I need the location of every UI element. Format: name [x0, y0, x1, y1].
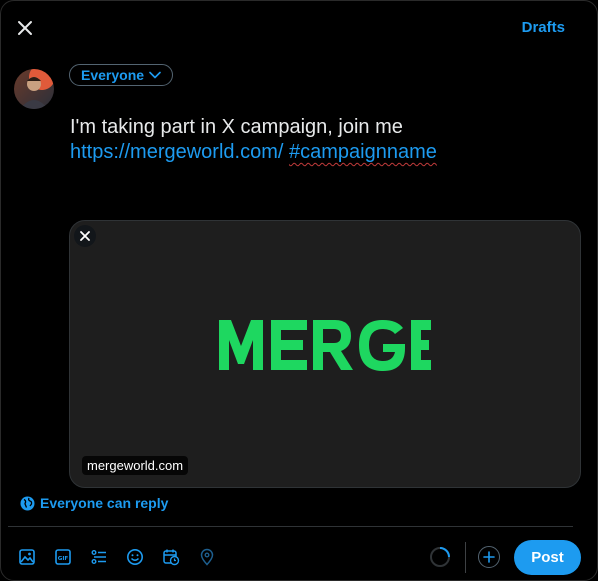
location-icon — [200, 548, 214, 566]
chevron-down-icon — [149, 71, 161, 79]
close-icon — [80, 231, 90, 241]
compose-modal: Drafts Everyone I'm taking part in X cam… — [0, 0, 598, 581]
compose-link[interactable]: https://mergeworld.com/ — [70, 141, 283, 163]
audience-selector[interactable]: Everyone — [69, 64, 174, 86]
divider — [8, 526, 573, 527]
merge-logo — [219, 320, 431, 371]
audience-label: Everyone — [81, 67, 145, 83]
emoji-button[interactable] — [123, 545, 147, 569]
card-logo — [70, 316, 580, 379]
drafts-button[interactable]: Drafts — [522, 19, 565, 36]
media-icon — [19, 549, 35, 565]
compose-text-line: I'm taking part in X campaign, join me — [70, 116, 403, 138]
schedule-icon — [163, 549, 180, 566]
character-counter-icon — [430, 547, 450, 567]
remove-card-button[interactable] — [74, 225, 96, 247]
compose-toolbar: GIF — [15, 545, 219, 569]
emoji-icon — [127, 549, 143, 565]
media-button[interactable] — [15, 545, 39, 569]
reply-setting-label: Everyone can reply — [40, 495, 169, 511]
globe-icon — [20, 496, 35, 510]
svg-text:GIF: GIF — [58, 556, 69, 562]
poll-button[interactable] — [87, 545, 111, 569]
location-button[interactable] — [195, 545, 219, 569]
gif-button[interactable]: GIF — [51, 545, 75, 569]
close-icon — [18, 21, 32, 35]
compose-hashtag[interactable]: #campaignname — [289, 141, 437, 163]
plus-icon — [483, 551, 495, 563]
toolbar-separator — [465, 542, 466, 573]
compose-textarea[interactable]: I'm taking part in X campaign, join me h… — [70, 115, 437, 165]
card-domain: mergeworld.com — [82, 456, 189, 475]
close-button[interactable] — [11, 14, 39, 42]
gif-icon: GIF — [55, 549, 71, 565]
schedule-button[interactable] — [159, 545, 183, 569]
poll-icon — [91, 550, 106, 564]
reply-setting-button[interactable]: Everyone can reply — [20, 495, 168, 511]
add-post-button[interactable] — [478, 546, 500, 568]
avatar[interactable] — [14, 69, 54, 109]
link-preview-card[interactable]: mergeworld.com — [69, 220, 581, 488]
post-button[interactable]: Post — [514, 540, 581, 575]
